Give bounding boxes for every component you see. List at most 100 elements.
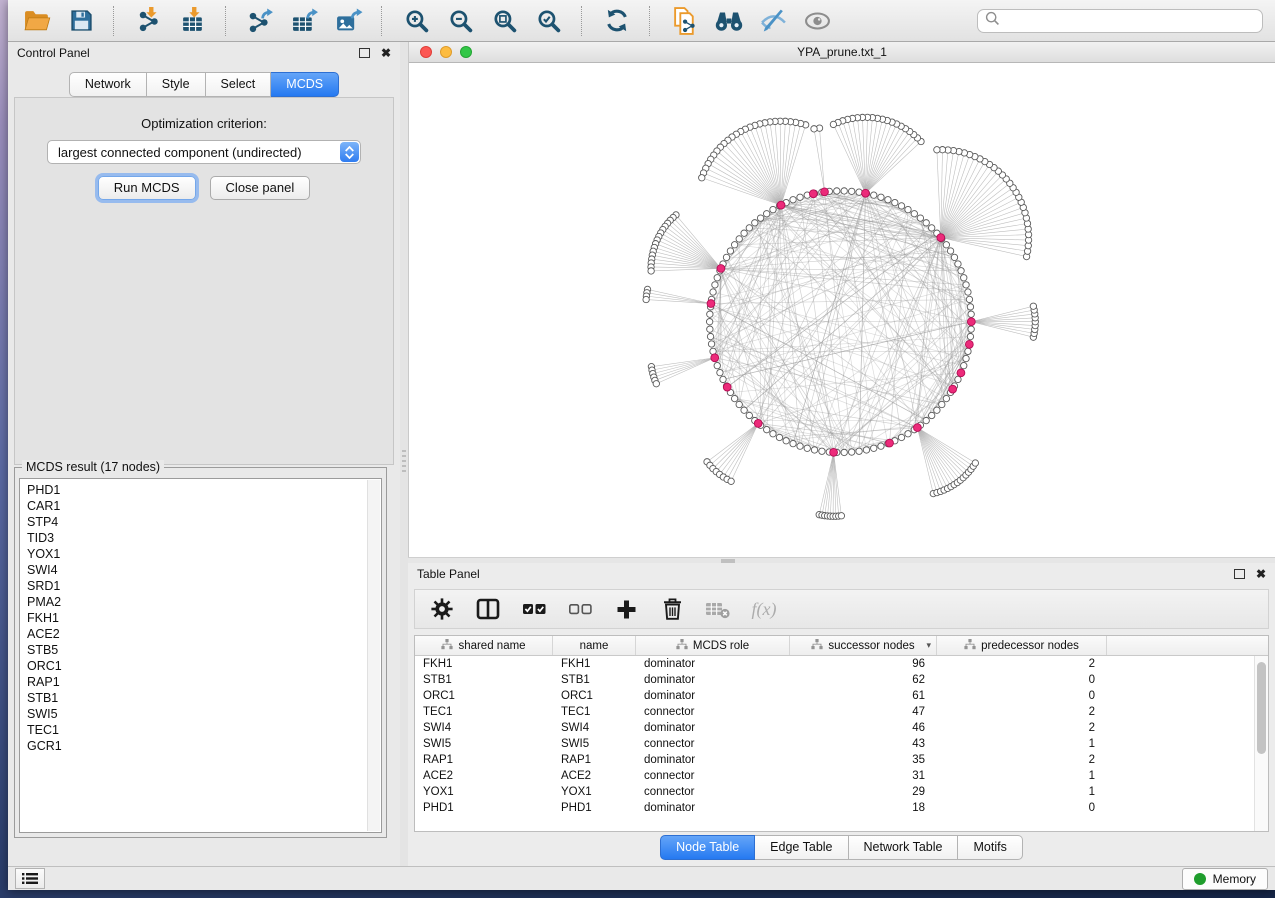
network-node[interactable] bbox=[790, 440, 796, 446]
import-network-icon[interactable] bbox=[132, 5, 166, 37]
clone-network-icon[interactable] bbox=[668, 5, 702, 37]
mcds-result-item[interactable]: YOX1 bbox=[27, 546, 381, 562]
table-cell[interactable]: SWI4 bbox=[415, 722, 553, 734]
table-cell[interactable]: FKH1 bbox=[553, 658, 636, 670]
table-cell[interactable]: dominator bbox=[636, 674, 790, 686]
optimization-dropdown[interactable]: largest connected component (undirected) bbox=[47, 140, 361, 164]
network-node[interactable] bbox=[727, 248, 733, 254]
network-node[interactable] bbox=[955, 261, 961, 267]
tab-mcds[interactable]: MCDS bbox=[271, 72, 339, 97]
export-network-icon[interactable] bbox=[244, 5, 278, 37]
network-satellite-node[interactable] bbox=[653, 381, 659, 387]
table-cell[interactable]: 61 bbox=[790, 690, 937, 702]
network-node[interactable] bbox=[892, 199, 898, 205]
table-cell[interactable]: SWI4 bbox=[553, 722, 636, 734]
network-hub-node[interactable] bbox=[707, 300, 715, 308]
network-node[interactable] bbox=[712, 282, 718, 288]
tab-network-table[interactable]: Network Table bbox=[849, 835, 959, 860]
network-node[interactable] bbox=[714, 362, 720, 368]
tab-style[interactable]: Style bbox=[147, 72, 206, 97]
network-node[interactable] bbox=[898, 434, 904, 440]
close-panel-button[interactable]: Close panel bbox=[210, 176, 311, 200]
network-node[interactable] bbox=[841, 188, 847, 194]
open-file-icon[interactable] bbox=[20, 5, 54, 37]
network-satellite-node[interactable] bbox=[643, 296, 649, 302]
table-row[interactable]: STB1STB1dominator620 bbox=[415, 672, 1255, 688]
mcds-result-item[interactable]: SWI4 bbox=[27, 562, 381, 578]
zoom-fit-icon[interactable] bbox=[488, 5, 522, 37]
table-cell[interactable]: dominator bbox=[636, 690, 790, 702]
tab-node-table[interactable]: Node Table bbox=[660, 835, 755, 860]
table-cell[interactable]: 35 bbox=[790, 754, 937, 766]
network-hub-node[interactable] bbox=[717, 265, 725, 273]
table-cell[interactable]: 1 bbox=[937, 770, 1107, 782]
table-row[interactable]: PHD1PHD1dominator180 bbox=[415, 800, 1255, 816]
network-hub-node[interactable] bbox=[711, 354, 719, 362]
network-node[interactable] bbox=[943, 242, 949, 248]
network-hub-node[interactable] bbox=[967, 318, 975, 326]
tab-motifs[interactable]: Motifs bbox=[958, 835, 1022, 860]
table-cell[interactable]: connector bbox=[636, 786, 790, 798]
network-node[interactable] bbox=[967, 304, 973, 310]
search-input[interactable] bbox=[1006, 13, 1255, 29]
network-node[interactable] bbox=[965, 289, 971, 295]
table-cell[interactable]: 2 bbox=[937, 722, 1107, 734]
table-cell[interactable]: 62 bbox=[790, 674, 937, 686]
network-node[interactable] bbox=[961, 362, 967, 368]
network-hub-node[interactable] bbox=[754, 419, 762, 427]
network-node[interactable] bbox=[819, 448, 825, 454]
sort-chevron-icon[interactable]: ▾ bbox=[926, 640, 931, 651]
network-node[interactable] bbox=[905, 431, 911, 437]
network-hub-node[interactable] bbox=[957, 369, 965, 377]
column-header-predecessor-nodes[interactable]: predecessor nodes bbox=[937, 636, 1107, 655]
table-cell[interactable]: ORC1 bbox=[553, 690, 636, 702]
network-node[interactable] bbox=[856, 448, 862, 454]
tab-edge-table[interactable]: Edge Table bbox=[755, 835, 848, 860]
network-satellite-node[interactable] bbox=[648, 268, 654, 274]
float-panel-icon[interactable] bbox=[359, 48, 370, 58]
table-cell[interactable]: ORC1 bbox=[415, 690, 553, 702]
network-node[interactable] bbox=[961, 275, 967, 281]
zoom-out-icon[interactable] bbox=[444, 5, 478, 37]
network-satellite-node[interactable] bbox=[811, 126, 817, 132]
vertical-splitter[interactable] bbox=[400, 42, 408, 866]
table-cell[interactable]: SWI5 bbox=[553, 738, 636, 750]
table-cell[interactable]: connector bbox=[636, 706, 790, 718]
network-node[interactable] bbox=[797, 443, 803, 449]
table-scrollbar[interactable] bbox=[1254, 656, 1268, 831]
network-node[interactable] bbox=[804, 445, 810, 451]
table-cell[interactable]: 96 bbox=[790, 658, 937, 670]
network-node[interactable] bbox=[905, 206, 911, 212]
network-node[interactable] bbox=[714, 275, 720, 281]
table-cell[interactable]: 43 bbox=[790, 738, 937, 750]
window-minimize-light[interactable] bbox=[440, 46, 452, 58]
table-row[interactable]: SWI5SWI5connector431 bbox=[415, 736, 1255, 752]
table-cell[interactable]: ACE2 bbox=[415, 770, 553, 782]
select-all-icon[interactable] bbox=[521, 596, 547, 622]
close-panel-icon[interactable]: ✖ bbox=[381, 48, 391, 58]
mcds-result-item[interactable]: SRD1 bbox=[27, 578, 381, 594]
network-node[interactable] bbox=[707, 311, 713, 317]
network-node[interactable] bbox=[770, 206, 776, 212]
window-close-light[interactable] bbox=[420, 46, 432, 58]
table-cell[interactable]: 0 bbox=[937, 674, 1107, 686]
network-node[interactable] bbox=[947, 248, 953, 254]
close-panel-icon[interactable]: ✖ bbox=[1256, 569, 1266, 579]
network-satellite-node[interactable] bbox=[830, 121, 836, 127]
table-cell[interactable]: 2 bbox=[937, 658, 1107, 670]
network-node[interactable] bbox=[943, 395, 949, 401]
network-node[interactable] bbox=[710, 289, 716, 295]
table-row[interactable]: FKH1FKH1dominator962 bbox=[415, 656, 1255, 672]
network-node[interactable] bbox=[963, 282, 969, 288]
network-node[interactable] bbox=[968, 326, 974, 332]
refresh-view-icon[interactable] bbox=[600, 5, 634, 37]
network-node[interactable] bbox=[717, 369, 723, 375]
table-cell[interactable]: ACE2 bbox=[553, 770, 636, 782]
network-node[interactable] bbox=[898, 203, 904, 209]
mcds-result-item[interactable]: CAR1 bbox=[27, 498, 381, 514]
network-node[interactable] bbox=[731, 242, 737, 248]
column-header-name[interactable]: name bbox=[553, 636, 636, 655]
network-node[interactable] bbox=[967, 333, 973, 339]
network-node[interactable] bbox=[790, 197, 796, 203]
network-node[interactable] bbox=[763, 426, 769, 432]
